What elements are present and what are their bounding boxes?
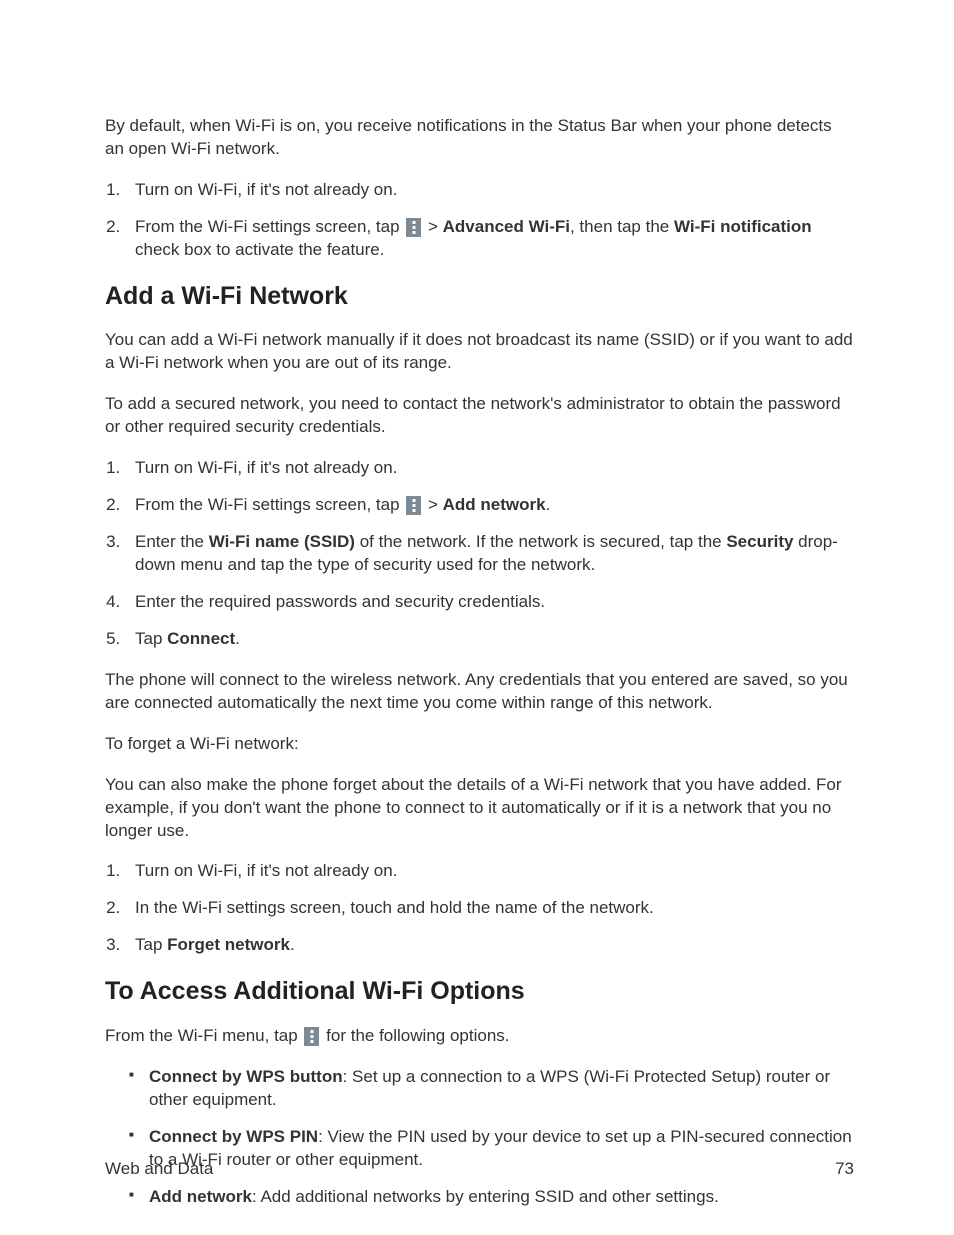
list-item: Turn on Wi-Fi, if it's not already on. bbox=[125, 179, 854, 202]
overflow-menu-icon bbox=[304, 1027, 319, 1046]
forget-network-steps: Turn on Wi-Fi, if it's not already on. I… bbox=[105, 860, 854, 957]
options-bullet-list: Connect by WPS button: Set up a connecti… bbox=[105, 1066, 854, 1209]
list-item: From the Wi-Fi settings screen, tap > Ad… bbox=[125, 216, 854, 262]
body-paragraph: The phone will connect to the wireless n… bbox=[105, 669, 854, 715]
add-network-steps: Turn on Wi-Fi, if it's not already on. F… bbox=[105, 457, 854, 651]
body-paragraph: You can add a Wi-Fi network manually if … bbox=[105, 329, 854, 375]
list-item: In the Wi-Fi settings screen, touch and … bbox=[125, 897, 854, 920]
list-item: Enter the Wi-Fi name (SSID) of the netwo… bbox=[125, 531, 854, 577]
list-item: From the Wi-Fi settings screen, tap > Ad… bbox=[125, 494, 854, 517]
body-paragraph: From the Wi-Fi menu, tap for the followi… bbox=[105, 1025, 854, 1048]
body-paragraph: You can also make the phone forget about… bbox=[105, 774, 854, 843]
list-item: Turn on Wi-Fi, if it's not already on. bbox=[125, 860, 854, 883]
body-paragraph: To add a secured network, you need to co… bbox=[105, 393, 854, 439]
heading-additional-options: To Access Additional Wi-Fi Options bbox=[105, 975, 854, 1009]
intro-paragraph: By default, when Wi-Fi is on, you receiv… bbox=[105, 115, 854, 161]
list-item: Add network: Add additional networks by … bbox=[135, 1186, 854, 1209]
list-item: Enter the required passwords and securit… bbox=[125, 591, 854, 614]
list-item: Turn on Wi-Fi, if it's not already on. bbox=[125, 457, 854, 480]
list-item: Tap Forget network. bbox=[125, 934, 854, 957]
footer-section-title: Web and Data bbox=[105, 1159, 213, 1179]
body-paragraph: To forget a Wi-Fi network: bbox=[105, 733, 854, 756]
page-content: By default, when Wi-Fi is on, you receiv… bbox=[105, 115, 854, 1209]
footer-page-number: 73 bbox=[835, 1159, 854, 1179]
overflow-menu-icon bbox=[406, 218, 421, 237]
list-item: Tap Connect. bbox=[125, 628, 854, 651]
heading-add-network: Add a Wi-Fi Network bbox=[105, 280, 854, 314]
overflow-menu-icon bbox=[406, 496, 421, 515]
notification-steps: Turn on Wi-Fi, if it's not already on. F… bbox=[105, 179, 854, 262]
page-footer: Web and Data 73 bbox=[105, 1159, 854, 1179]
list-item: Connect by WPS button: Set up a connecti… bbox=[135, 1066, 854, 1112]
